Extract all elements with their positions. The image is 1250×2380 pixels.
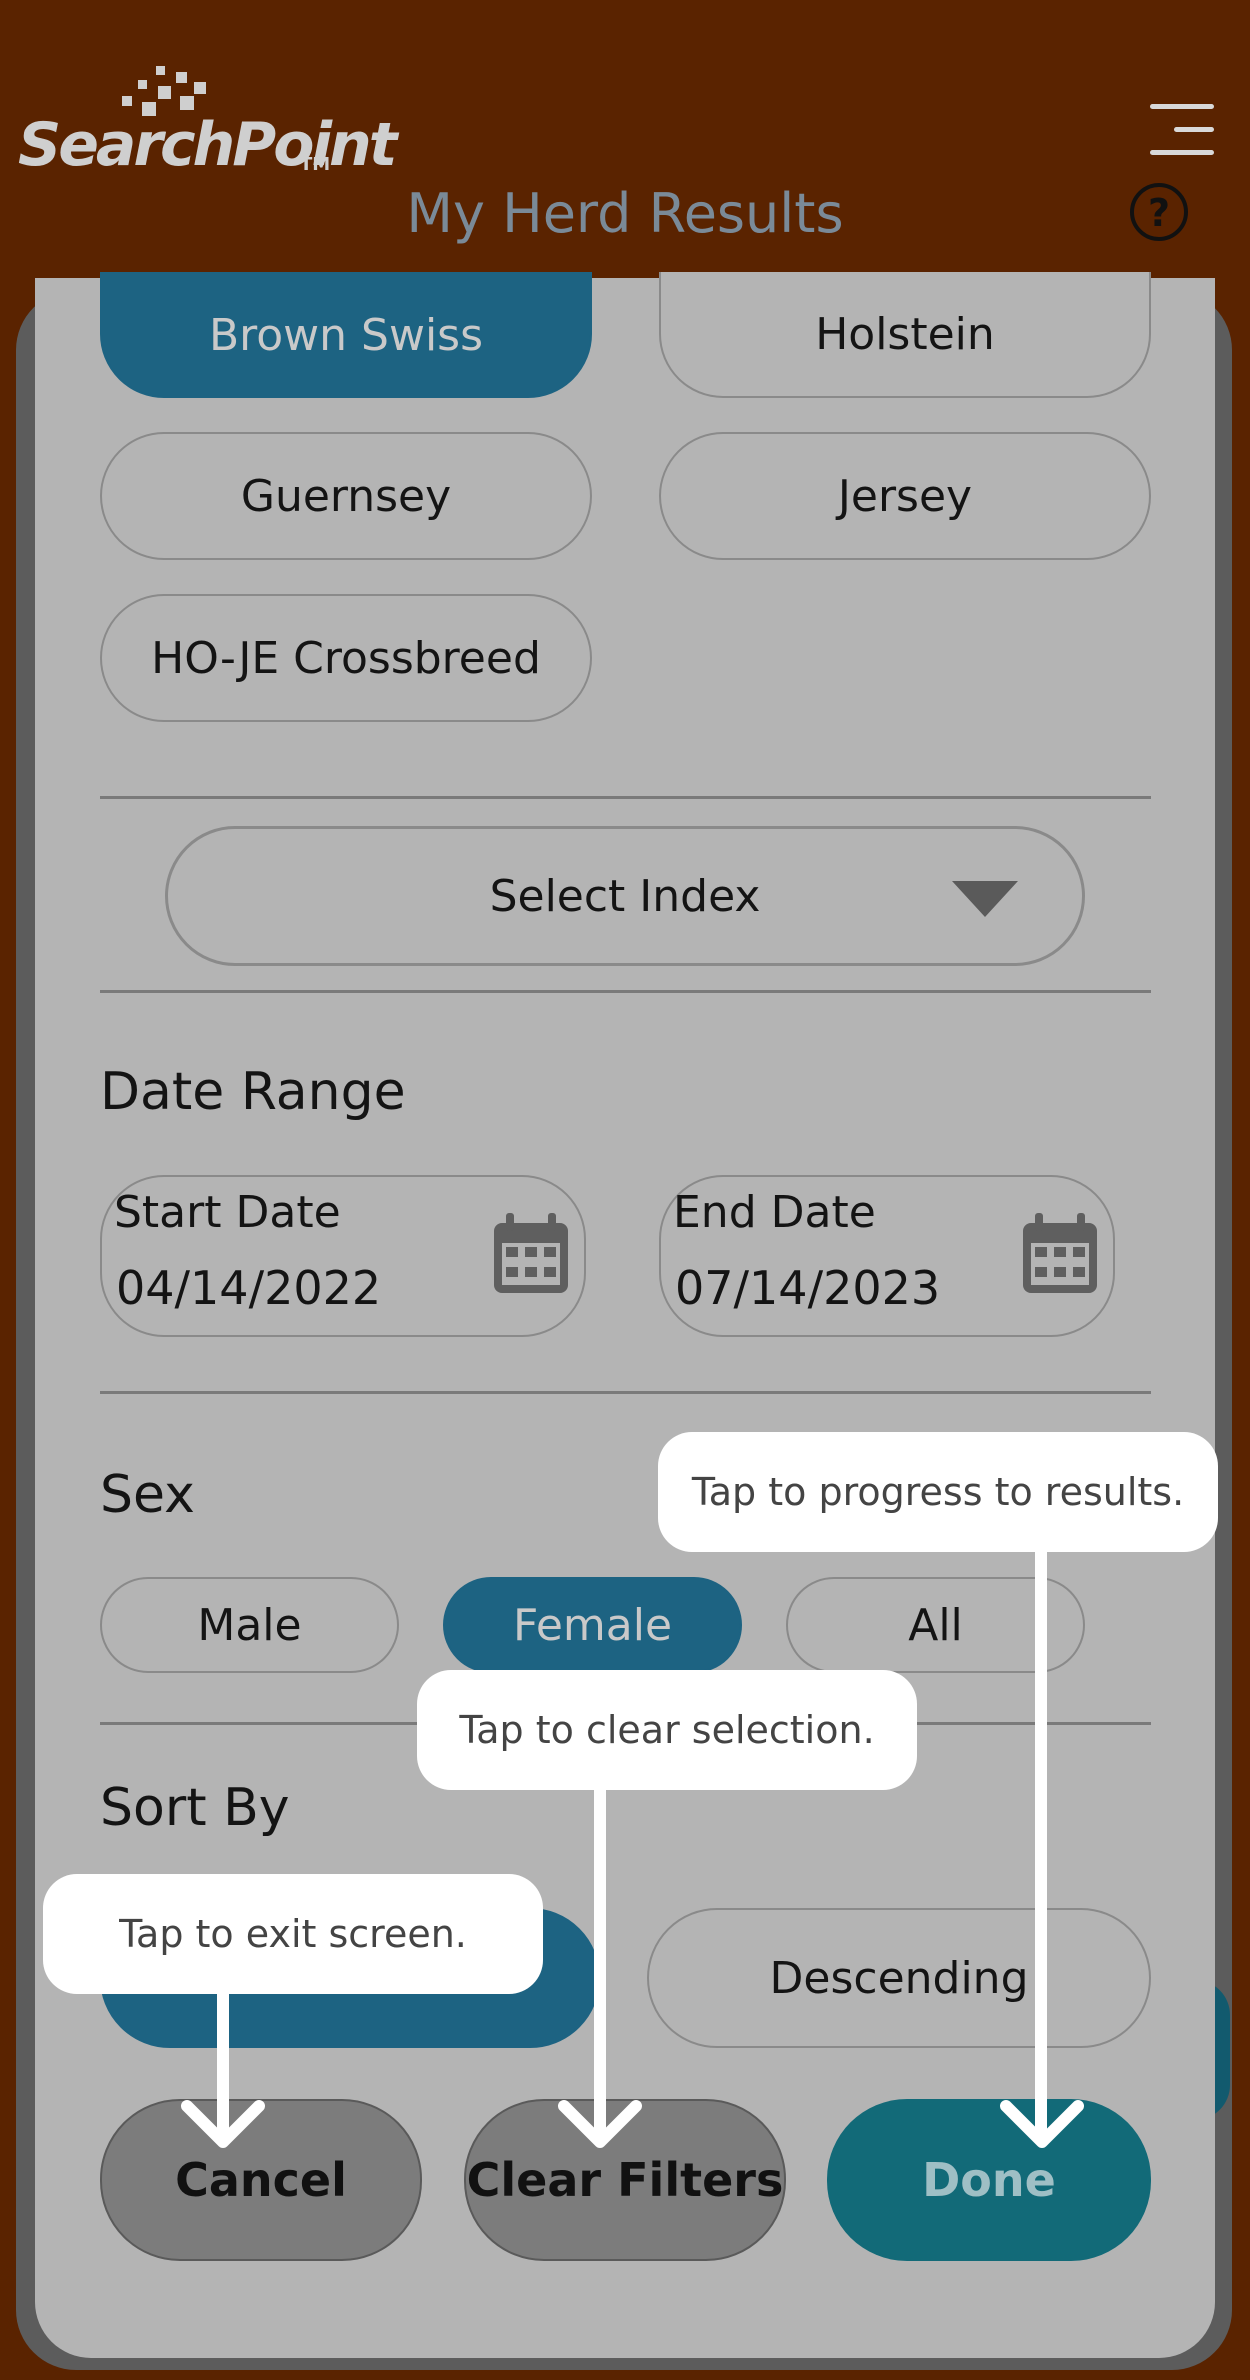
select-index-label: Select Index <box>489 870 761 922</box>
breed-label: Guernsey <box>240 470 452 522</box>
tooltip-arrow-line <box>1035 1552 1047 2134</box>
sort-option-descending[interactable]: Descending <box>647 1908 1151 2048</box>
end-date-field[interactable]: End Date 07/14/2023 <box>659 1175 1115 1337</box>
page-title: My Herd Results <box>406 182 844 245</box>
done-button[interactable]: Done <box>827 2099 1151 2261</box>
start-date-field[interactable]: Start Date 04/14/2022 <box>100 1175 586 1337</box>
divider <box>100 1391 1151 1394</box>
tooltip-arrow-head <box>181 2100 265 2148</box>
sex-title: Sex <box>100 1465 195 1525</box>
breed-pill-guernsey[interactable]: Guernsey <box>100 432 592 560</box>
select-index-dropdown[interactable]: Select Index <box>165 826 1085 966</box>
date-range-title: Date Range <box>100 1062 406 1122</box>
breed-pill-brown-swiss[interactable]: Brown Swiss <box>100 272 592 398</box>
logo-trademark: TM <box>300 154 331 175</box>
help-circle-icon[interactable]: ? <box>1130 183 1188 241</box>
breed-label: Brown Swiss <box>208 309 484 361</box>
calendar-icon <box>1023 1213 1097 1293</box>
sex-option-label: Male <box>197 1599 302 1651</box>
searchpoint-logo: SearchPoint TM <box>18 62 397 192</box>
sort-by-title: Sort By <box>100 1778 290 1838</box>
tooltip-text: Tap to progress to results. <box>691 1470 1185 1514</box>
logo-text: SearchPoint <box>18 110 397 180</box>
end-date-value: 07/14/2023 <box>675 1261 941 1315</box>
tooltip-text: Tap to clear selection. <box>459 1708 875 1752</box>
hamburger-menu-icon[interactable] <box>1150 104 1214 156</box>
tooltip-done: Tap to progress to results. <box>658 1432 1218 1552</box>
tooltip-text: Tap to exit screen. <box>119 1912 467 1956</box>
breed-pill-holstein[interactable]: Holstein <box>659 272 1151 398</box>
breed-label: Jersey <box>837 470 973 522</box>
breed-label: HO-JE Crossbreed <box>151 632 541 684</box>
tooltip-arrow-head <box>1000 2100 1084 2148</box>
tooltip-clear: Tap to clear selection. <box>417 1670 917 1790</box>
dropdown-triangle-icon <box>952 881 1018 917</box>
end-date-label: End Date <box>673 1187 876 1238</box>
start-date-label: Start Date <box>114 1187 341 1238</box>
calendar-icon <box>494 1213 568 1293</box>
divider <box>100 990 1151 993</box>
sort-option-label: Descending <box>769 1952 1029 2004</box>
tooltip-arrow-line <box>594 1790 606 2134</box>
sex-option-label: All <box>908 1599 963 1651</box>
breed-pill-ho-je-crossbreed[interactable]: HO-JE Crossbreed <box>100 594 592 722</box>
start-date-value: 04/14/2022 <box>116 1261 382 1315</box>
tooltip-arrow-head <box>558 2100 642 2148</box>
breed-pill-jersey[interactable]: Jersey <box>659 432 1151 560</box>
divider <box>100 796 1151 799</box>
breed-label: Holstein <box>815 308 995 360</box>
sex-option-male[interactable]: Male <box>100 1577 399 1673</box>
sex-option-label: Female <box>512 1599 673 1651</box>
sex-option-female[interactable]: Female <box>443 1577 742 1673</box>
tooltip-exit: Tap to exit screen. <box>43 1874 543 1994</box>
